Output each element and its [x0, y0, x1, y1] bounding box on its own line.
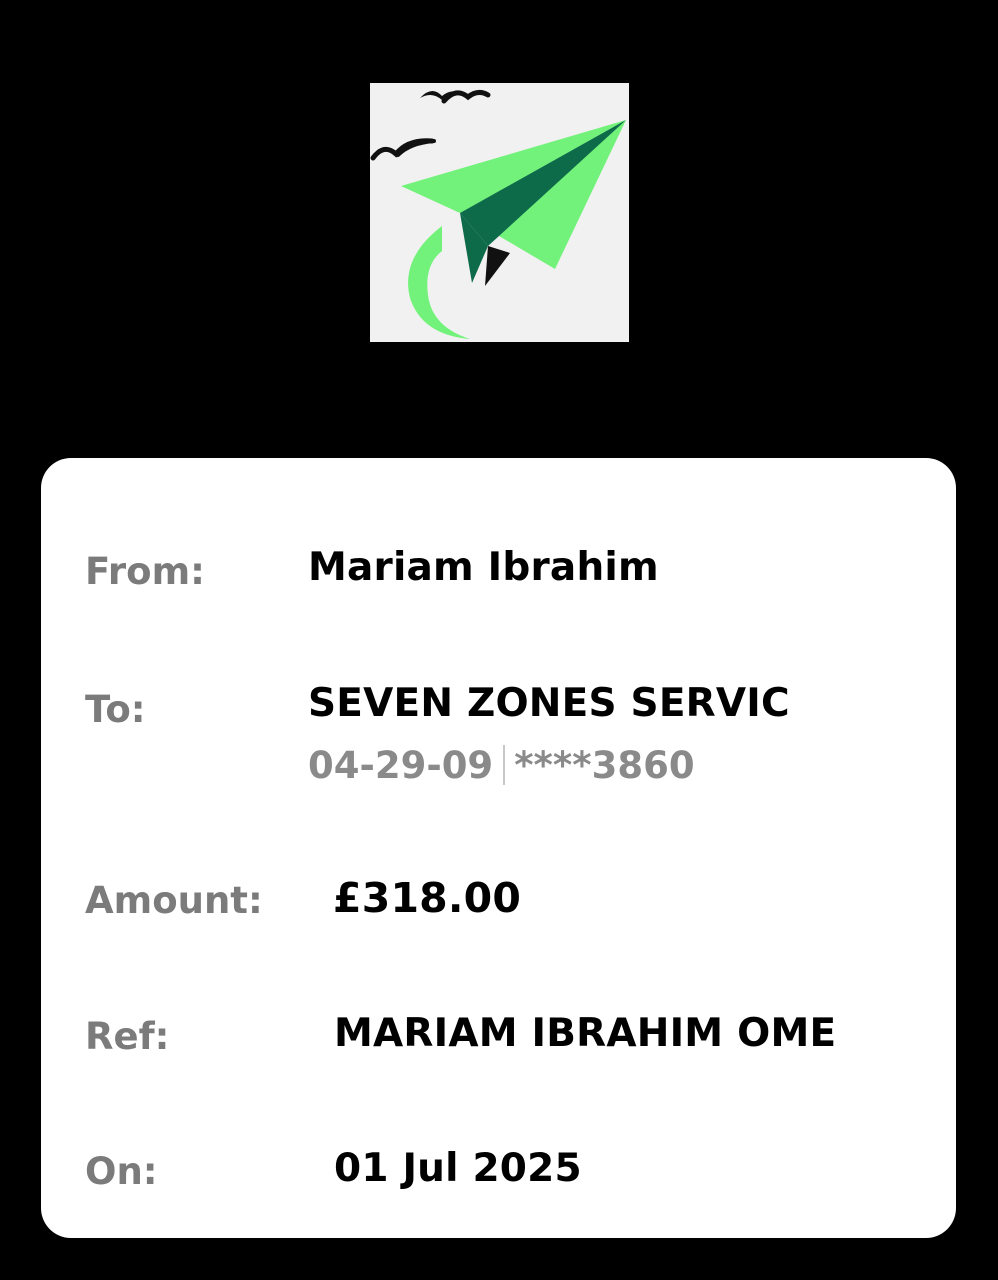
sort-code: 04-29-09 — [308, 743, 494, 787]
account-number: ****3860 — [514, 743, 695, 787]
amount-value: £318.00 — [333, 874, 522, 922]
account-details: 04-29-09 ****3860 — [308, 745, 695, 785]
transfer-details-card: From: Mariam Ibrahim To: SEVEN ZONES SER… — [41, 458, 956, 1238]
from-label: From: — [85, 550, 205, 593]
on-label: On: — [85, 1150, 158, 1193]
to-value: SEVEN ZONES SERVIC — [308, 681, 790, 726]
from-value: Mariam Ibrahim — [308, 545, 659, 590]
to-label: To: — [85, 688, 146, 731]
paper-plane-with-birds-logo-icon — [370, 83, 629, 342]
ref-label: Ref: — [85, 1015, 170, 1058]
on-value: 01 Jul 2025 — [334, 1146, 582, 1191]
amount-label: Amount: — [85, 879, 263, 922]
app-logo — [370, 83, 629, 342]
account-separator — [503, 745, 506, 785]
ref-value: MARIAM IBRAHIM OME — [334, 1011, 837, 1056]
